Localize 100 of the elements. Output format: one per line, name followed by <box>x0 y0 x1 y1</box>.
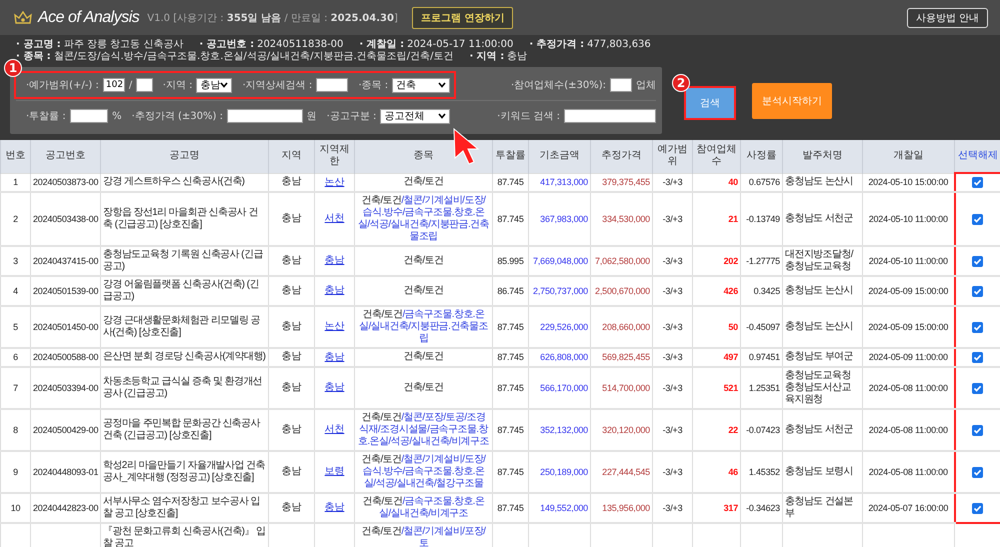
dropdown[interactable]: 건축 <box>392 78 450 92</box>
table-cell: 87.745 <box>492 408 528 450</box>
table-cell: 은산면 분회 경로당 신축공사(계약대행) <box>100 348 268 366</box>
column-header: 종목 <box>354 140 492 173</box>
table-cell: 87.745 <box>492 192 528 246</box>
input-field[interactable]: 102 <box>102 78 125 92</box>
table-cell: 0.3425 <box>740 276 782 306</box>
column-header: 개찰일 <box>862 140 954 173</box>
table-cell: 0.97451 <box>740 348 782 366</box>
table-cell: -3/+3 <box>652 173 692 192</box>
table-cell: 1 <box>0 173 30 192</box>
table-cell: 학성2리 마을만들기 자율개발사업 건축공사_계약대행 (정정공고) [상호진출] <box>100 450 268 492</box>
table-cell: 87.745 <box>492 173 528 192</box>
table-cell: 충남 <box>268 173 314 192</box>
table-cell: 건축/토건 <box>354 366 492 408</box>
region-link[interactable]: 충남 <box>324 255 344 266</box>
table-cell: 2 <box>0 192 30 246</box>
table-cell: 2,500,670,000 <box>590 276 652 306</box>
table-cell: 7 <box>0 366 30 408</box>
column-header: 투찰률 <box>492 140 528 173</box>
table-cell: 22 <box>692 408 740 450</box>
region-link[interactable]: 충남 <box>324 502 344 513</box>
table-cell: 충남 <box>268 276 314 306</box>
region-link[interactable]: 충남 <box>324 285 344 296</box>
table-cell: 충남 <box>268 492 314 522</box>
deselect-link[interactable]: 선택해제 <box>954 140 1000 173</box>
region-link[interactable]: 서천 <box>324 424 344 435</box>
column-header: 지역 <box>268 140 314 173</box>
table-cell: 87.745 <box>492 348 528 366</box>
table-cell: 9 <box>0 450 30 492</box>
checkbox[interactable] <box>972 502 983 514</box>
checkbox[interactable] <box>972 322 983 333</box>
table-cell: 5 <box>0 306 30 348</box>
table-cell: 87.745 <box>492 366 528 408</box>
table-cell: 20240501539-00 <box>30 276 100 306</box>
input-field[interactable] <box>226 109 303 123</box>
input-field[interactable] <box>316 78 348 92</box>
checkbox[interactable] <box>972 214 983 225</box>
checkbox[interactable] <box>972 424 983 436</box>
table-cell: 497 <box>692 348 740 366</box>
table-cell: 626,808,000 <box>528 348 590 366</box>
input-field[interactable] <box>136 78 153 92</box>
table-cell: 서부사무소 염수저장창고 보수공사 입찰 공고 [상호진출] <box>100 492 268 522</box>
checkbox[interactable] <box>972 256 983 267</box>
table-cell: 6 <box>0 348 30 366</box>
table-cell: 충남 <box>268 246 314 276</box>
column-header: 예가범위 <box>652 140 692 173</box>
input-field[interactable] <box>610 78 632 92</box>
table-cell: 1.25351 <box>740 366 782 408</box>
app-logo-text: Ace of Analysis <box>38 8 140 26</box>
info-field: · 공고번호 : 20240511838-00 <box>199 39 344 51</box>
extend-button[interactable]: 프로그램 연장하기 <box>412 6 514 28</box>
table-cell: 장항읍 장선1리 마을회관 신축공사 건축 (긴급공고) [상호진출] <box>100 192 268 246</box>
column-header: 공고번호 <box>30 140 100 173</box>
table-cell: 7,062,580,000 <box>590 246 652 276</box>
table-cell: 충남 <box>268 450 314 492</box>
table-cell: 521 <box>692 366 740 408</box>
checkbox[interactable] <box>972 177 983 188</box>
table-cell: 건축/토건/철콘/기계설비/도장/습식.방수/금속구조물.창호.온실/석공/실내건축/철강구조물 <box>354 450 492 492</box>
table-cell: 0.67576 <box>740 173 782 192</box>
checkbox[interactable] <box>972 382 983 394</box>
table-cell: 충남 <box>268 192 314 246</box>
checkbox[interactable] <box>972 286 983 297</box>
table-cell: 3 <box>0 246 30 276</box>
input-field[interactable] <box>564 109 656 123</box>
region-link[interactable]: 논산 <box>324 321 344 332</box>
caret-icon <box>438 82 446 88</box>
unit-label: / <box>128 80 132 90</box>
table-cell: -3/+3 <box>652 492 692 522</box>
info-field: · 추정가격 : 477,803,636 <box>529 39 651 51</box>
table-cell: -3/+3 <box>652 348 692 366</box>
region-link[interactable]: 보령 <box>324 466 344 477</box>
table-cell: 7,669,048,000 <box>528 246 590 276</box>
table-cell: 강경 근대생활문화체험관 리모델링 공사(건축) [상호진출] <box>100 306 268 348</box>
table-cell: 건축/토건/철콘/기계설비/도장/습식.방수/금속구조물.창호.온실/석공/실내건축/지붕판금.건축물조립 <box>354 192 492 246</box>
license-info: V1.0 [사용기간 : 355일 남음 / 만료일 : 2025.04.30] <box>147 12 398 24</box>
region-link[interactable]: 서천 <box>324 213 344 224</box>
table-cell: 4 <box>0 276 30 306</box>
table-cell: 20240503438-00 <box>30 192 100 246</box>
table-cell: 건축/토건 <box>354 246 492 276</box>
filter-label: ·지역 : <box>162 79 192 92</box>
table-cell: 건축/토건 <box>354 348 492 366</box>
table-cell: 2,750,737,000 <box>528 276 590 306</box>
table-cell: 건축/토건/철콘/포장/토공/조경식재/조경시설물/금속구조물.창호.온실/석공/실내건축/비계구조 <box>354 408 492 450</box>
unit-label: % <box>112 110 122 122</box>
checkbox[interactable] <box>972 466 983 478</box>
region-link[interactable]: 충남 <box>324 382 344 393</box>
table-cell: 충청남도 논산시 <box>782 306 862 348</box>
table-cell: 강경 어울림플랫폼 신축공사(건축) (긴급공고) <box>100 276 268 306</box>
input-field[interactable] <box>70 109 108 123</box>
table-cell: 8 <box>0 408 30 450</box>
table-cell: 충남 <box>268 348 314 366</box>
dropdown[interactable]: 충남 <box>196 78 232 92</box>
dropdown[interactable]: 공고전체 <box>380 108 450 124</box>
checkbox[interactable] <box>972 352 983 364</box>
step-badge: 2 <box>672 74 690 92</box>
filter-label: ·키워드 검색 : <box>497 110 560 123</box>
guide-button[interactable]: 사용방법 안내 <box>906 8 988 28</box>
column-header: 지역제한 <box>314 140 354 173</box>
table-cell: -3/+3 <box>652 192 692 246</box>
